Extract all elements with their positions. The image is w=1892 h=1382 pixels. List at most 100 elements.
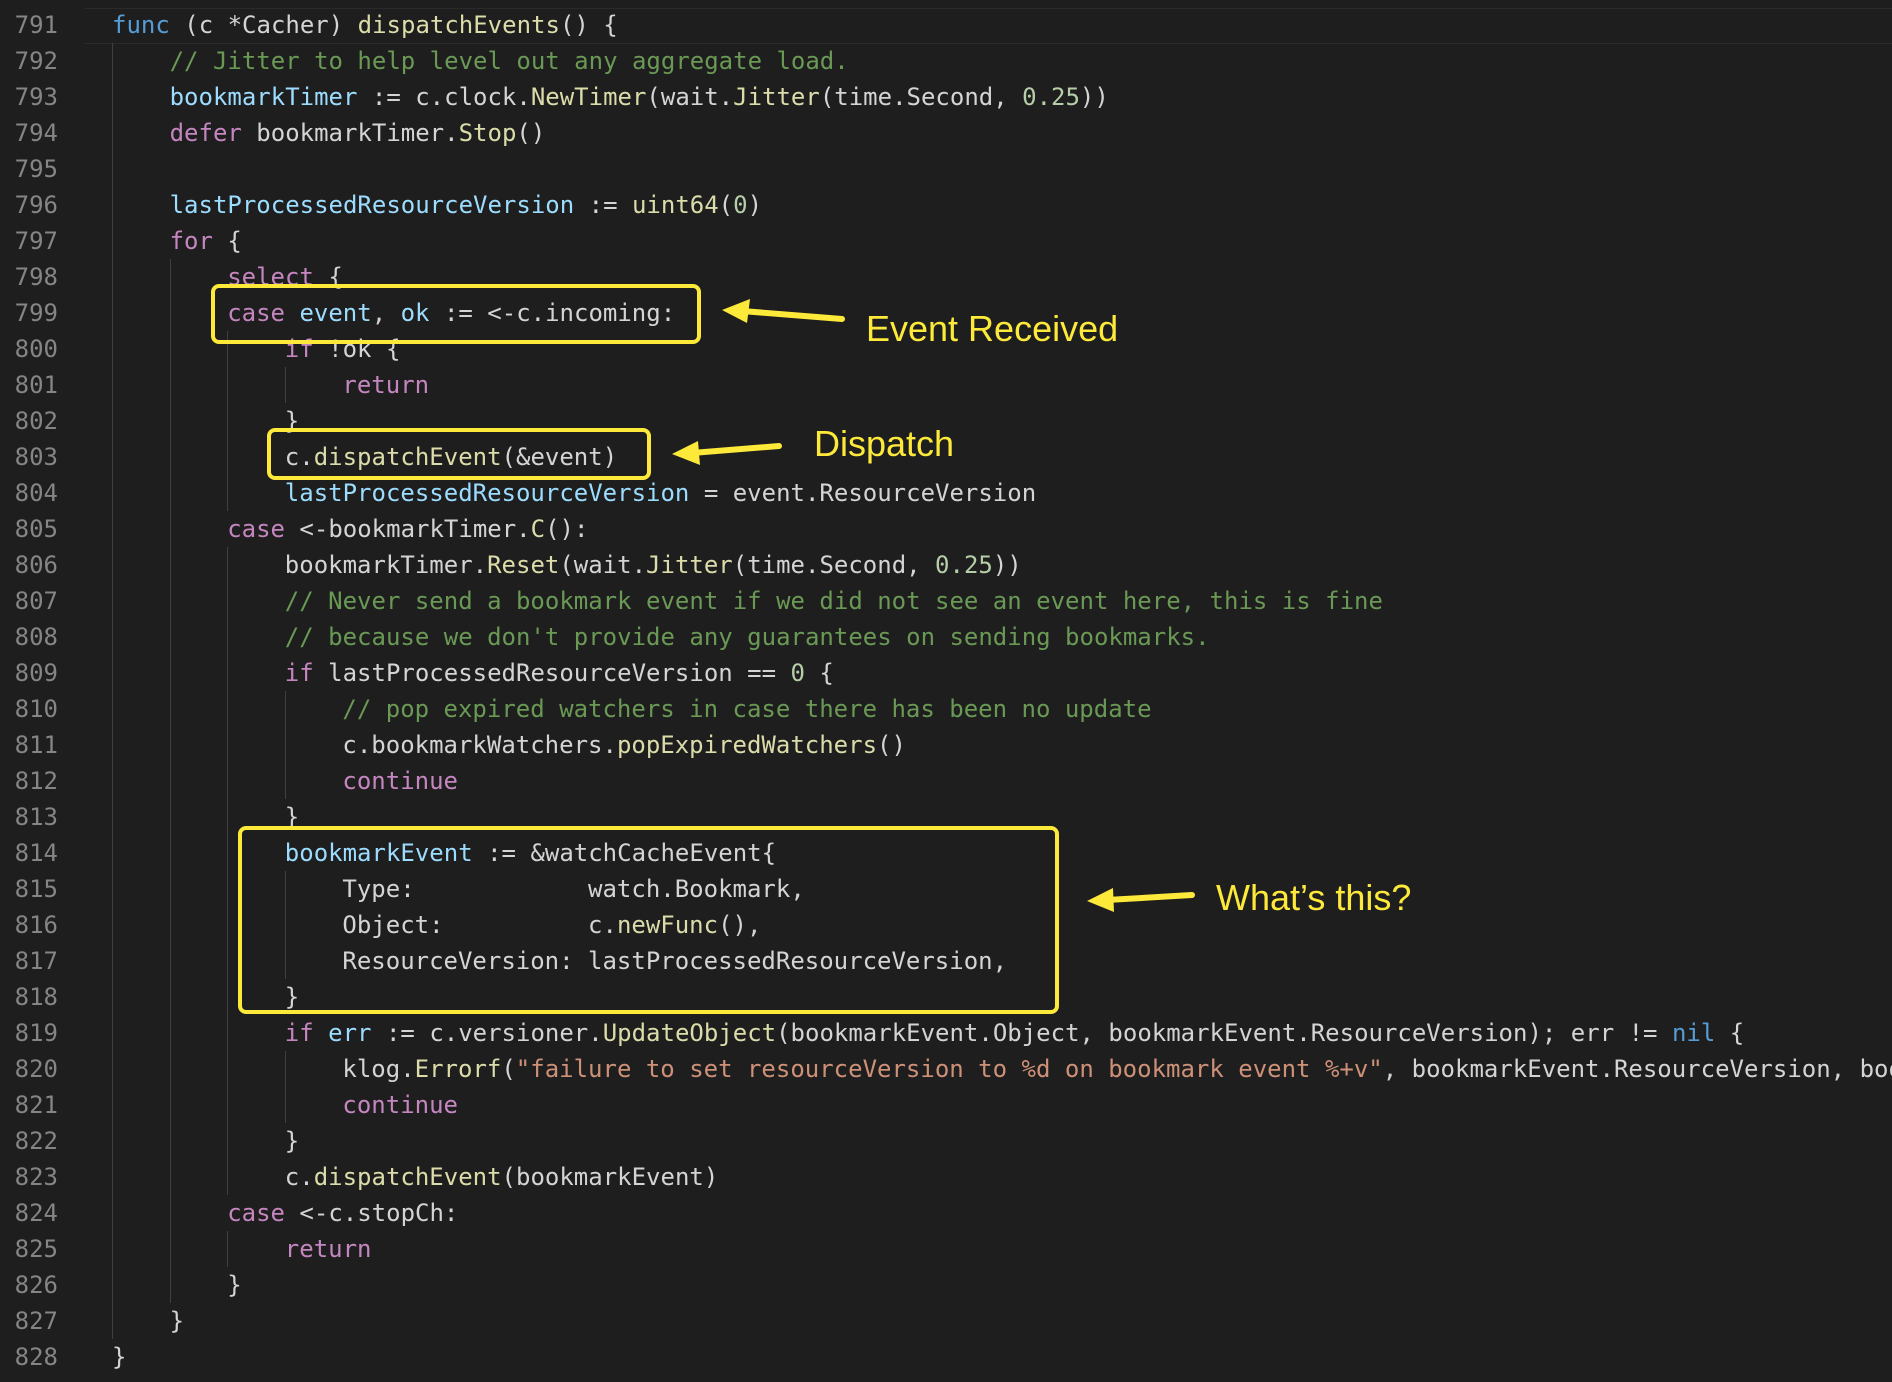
line-number: 825 (14, 1235, 58, 1263)
code-token: := c.versioner. (371, 1019, 603, 1047)
line-number: 821 (14, 1091, 58, 1119)
line-number: 800 (14, 335, 58, 363)
line-number: 812 (14, 767, 58, 795)
code-line[interactable]: 828} (0, 1339, 1892, 1375)
code-line[interactable]: 791 func (c *Cacher) dispatchEvents() { (0, 7, 1892, 43)
code-line[interactable]: 794 defer bookmarkTimer.Stop() (0, 115, 1892, 151)
line-number: 796 (14, 191, 58, 219)
code-token: (wait. (646, 83, 734, 111)
code-token: return (284, 1235, 372, 1263)
code-line[interactable]: 801 return (0, 367, 1892, 403)
code-line[interactable]: 811 c.bookmarkWatchers.popExpiredWatchers… (0, 727, 1892, 763)
line-number: 797 (14, 227, 58, 255)
code-text: // because we don't provide any guarante… (285, 619, 1210, 655)
code-line[interactable]: 807 // Never send a bookmark event if we … (0, 583, 1892, 619)
code-token: { (1715, 1019, 1745, 1047)
line-number: 794 (14, 119, 58, 147)
line-number: 827 (14, 1307, 58, 1335)
highlight-box-event-received (211, 284, 701, 344)
line-number: 798 (14, 263, 58, 291)
code-line[interactable]: 806 bookmarkTimer.Reset(wait.Jitter(time.… (0, 547, 1892, 583)
code-token: 0 (790, 659, 805, 687)
code-token: C (530, 515, 546, 543)
code-text: case <-bookmarkTimer.C(): (227, 511, 588, 547)
code-text: } (285, 1123, 299, 1159)
code-token: } (112, 1343, 127, 1371)
code-line[interactable]: 809 if lastProcessedResourceVersion == 0 … (0, 655, 1892, 691)
code-line[interactable]: 823 c.dispatchEvent(bookmarkEvent) (0, 1159, 1892, 1195)
code-token: 0.25 (935, 551, 993, 579)
line-number: 813 (14, 803, 58, 831)
code-line[interactable]: 795 (0, 151, 1892, 187)
code-line[interactable]: 810 // pop expired watchers in case there… (0, 691, 1892, 727)
annotation-event-received: Event Received (866, 308, 1119, 349)
code-line[interactable]: 825 return (0, 1231, 1892, 1267)
code-token: <-c.stopCh: (284, 1199, 459, 1227)
code-text: bookmarkTimer.Reset(wait.Jitter(time.Sec… (285, 547, 1022, 583)
code-token: Errorf (414, 1055, 502, 1083)
code-line[interactable]: 812 continue (0, 763, 1892, 799)
code-line[interactable]: 827} (0, 1303, 1892, 1339)
line-number: 791 (14, 11, 58, 39)
code-text: lastProcessedResourceVersion := uint64(0… (170, 187, 762, 223)
code-line[interactable]: 796 lastProcessedResourceVersion := uint6… (0, 187, 1892, 223)
code-line[interactable]: 792 // Jitter to help level out any aggre… (0, 43, 1892, 79)
code-token: dispatchEvents (357, 11, 560, 39)
code-token: for (169, 227, 213, 255)
code-token: return (342, 371, 430, 399)
code-token: } (227, 1271, 242, 1299)
code-token: nil (1671, 1019, 1716, 1047)
code-line[interactable]: 808 // because we don't provide any guara… (0, 619, 1892, 655)
code-text: defer bookmarkTimer.Stop() (170, 115, 546, 151)
line-number: 810 (14, 695, 58, 723)
code-line[interactable]: 797 for { (0, 223, 1892, 259)
code-editor[interactable]: 791 func (c *Cacher) dispatchEvents() {79… (0, 0, 1892, 1382)
code-token: lastProcessedResourceVersion == (313, 659, 791, 687)
code-line[interactable]: 824 case <-c.stopCh: (0, 1195, 1892, 1231)
code-token: (bookmarkEvent.Object, bookmarkEvent.Res… (776, 1019, 1672, 1047)
line-number: 804 (14, 479, 58, 507)
code-token: dispatchEvent (313, 1163, 502, 1191)
code-token: } (169, 1307, 185, 1335)
code-line[interactable]: 820 klog.Errorf("failure to set resourceV… (0, 1051, 1892, 1087)
code-token: ) (747, 191, 763, 219)
code-line[interactable]: 805 case <-bookmarkTimer.C(): (0, 511, 1892, 547)
code-text: } (112, 1339, 126, 1375)
code-token: () { (559, 11, 618, 39)
code-text: } (227, 1267, 241, 1303)
code-token: := (574, 191, 632, 219)
line-number: 811 (14, 731, 58, 759)
code-token: (time.Second, (732, 551, 936, 579)
code-token: NewTimer (530, 83, 647, 111)
code-token: (wait. (559, 551, 647, 579)
line-number: 793 (14, 83, 58, 111)
line-number: 828 (14, 1343, 58, 1371)
annotation-whats-this: What’s this? (1216, 877, 1412, 918)
code-token: lastProcessedResourceVersion (169, 191, 575, 219)
code-line[interactable]: 821 continue (0, 1087, 1892, 1123)
code-token: ( (501, 1055, 516, 1083)
code-text: } (170, 1303, 184, 1339)
code-token: // Never send a bookmark event if we did… (284, 587, 1383, 615)
code-token: lastProcessedResourceVersion (284, 479, 690, 507)
code-text: if lastProcessedResourceVersion == 0 { (285, 655, 834, 691)
code-line[interactable]: 793 bookmarkTimer := c.clock.NewTimer(wai… (0, 79, 1892, 115)
code-token: Jitter (733, 83, 820, 111)
code-text: klog.Errorf("failure to set resourceVers… (342, 1051, 1892, 1087)
code-line[interactable]: 819 if err := c.versioner.UpdateObject(bo… (0, 1015, 1892, 1051)
code-line[interactable]: 804 lastProcessedResourceVersion = event.… (0, 475, 1892, 511)
code-token: err (328, 1019, 372, 1047)
code-token: (time.Second, (819, 83, 1023, 111)
code-token: = event.ResourceVersion (689, 479, 1037, 507)
code-token: func (112, 11, 170, 39)
line-number: 818 (14, 983, 58, 1011)
annotation-dispatch: Dispatch (814, 423, 955, 464)
line-number: 816 (14, 911, 58, 939)
code-text: return (285, 1231, 372, 1267)
code-line[interactable]: 826} (0, 1267, 1892, 1303)
code-token: Reset (487, 551, 560, 579)
code-text: // Never send a bookmark event if we did… (285, 583, 1383, 619)
line-number: 807 (14, 587, 58, 615)
code-line[interactable]: 822} (0, 1123, 1892, 1159)
code-token: Jitter (646, 551, 733, 579)
